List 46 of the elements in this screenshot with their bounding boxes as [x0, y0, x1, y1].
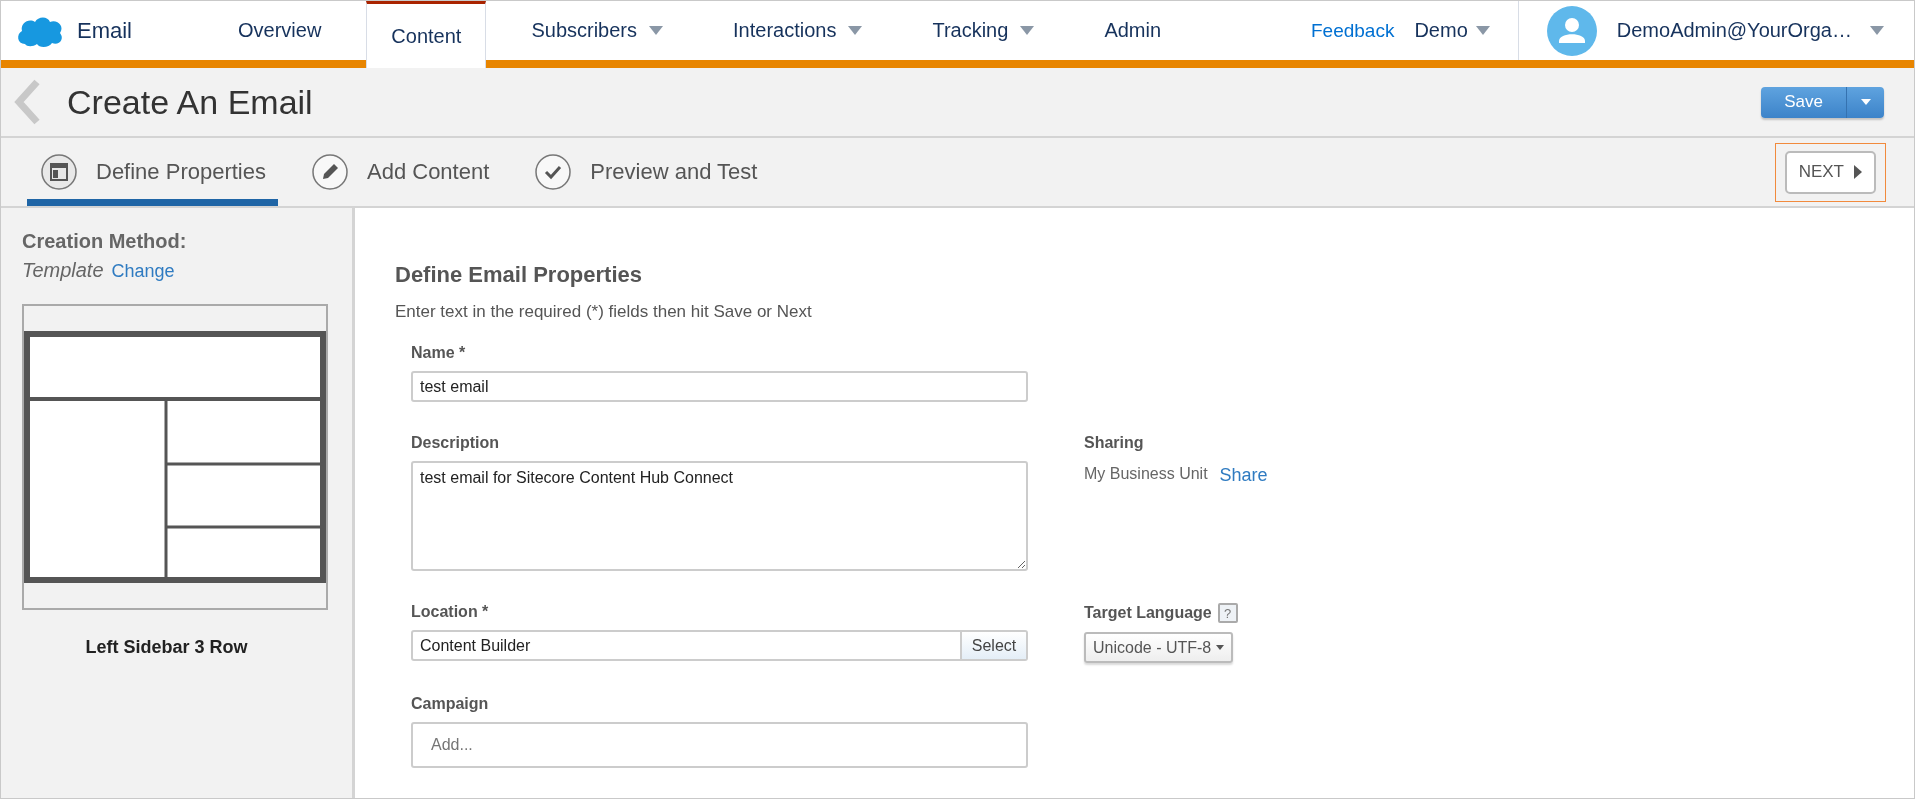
next-button[interactable]: NEXT [1784, 150, 1876, 194]
description-textarea[interactable]: test email for Sitecore Content Hub Connect [411, 461, 1028, 571]
template-preview[interactable] [22, 304, 328, 610]
nav-tab[interactable]: Admin [1079, 1, 1187, 60]
nav-tab[interactable]: Tracking [907, 1, 1060, 60]
caret-icon [1870, 26, 1884, 35]
language-dropdown[interactable]: Unicode - UTF-8 [1084, 632, 1234, 663]
step-tab[interactable]: Add Content [298, 138, 502, 206]
share-link[interactable]: Share [1219, 465, 1268, 486]
target-language-label: Target Language [1084, 604, 1212, 622]
caret-icon [1860, 99, 1871, 105]
save-options-button[interactable] [1846, 86, 1884, 118]
description-label: Description [411, 434, 499, 452]
change-link[interactable]: Change [111, 261, 175, 282]
name-input[interactable]: test email [411, 371, 1028, 402]
nav-tab[interactable]: Overview [213, 1, 347, 60]
step-tab[interactable]: Preview and Test [521, 138, 770, 206]
location-input[interactable]: Content Builder [411, 630, 962, 661]
location-label: Location * [411, 603, 489, 621]
creation-method-value: Template [22, 259, 104, 282]
account-menu[interactable]: Demo [1414, 19, 1490, 42]
help-icon[interactable]: ? [1217, 603, 1238, 623]
pencil-icon [311, 153, 349, 191]
nav-tab[interactable]: Subscribers [506, 1, 689, 60]
nav-tab[interactable]: Content [366, 1, 487, 68]
user-menu[interactable]: DemoAdmin@YourOrga… [1616, 19, 1884, 42]
form-instructions: Enter text in the required (*) fields then hit Save or Next [395, 302, 813, 322]
caret-icon [1216, 645, 1225, 650]
form-title: Define Email Properties [395, 262, 643, 288]
name-label: Name * [411, 344, 466, 362]
checkmark-icon [534, 153, 573, 191]
caret-icon [1475, 26, 1490, 35]
campaign-input[interactable]: Add... [411, 722, 1028, 768]
sharing-value: My Business Unit [1084, 465, 1208, 484]
layout-icon [40, 153, 78, 191]
feedback-link[interactable]: Feedback [1310, 19, 1395, 42]
creation-method-heading: Creation Method: [21, 230, 188, 253]
template-name: Left Sidebar 3 Row [85, 637, 248, 658]
avatar-icon [1546, 5, 1597, 56]
caret-icon [1854, 165, 1862, 179]
nav-tab[interactable]: Interactions [708, 1, 888, 60]
sharing-label: Sharing [1084, 434, 1144, 452]
select-button[interactable]: Select [962, 630, 1028, 661]
app-name: Email [77, 17, 132, 44]
page-title: Create An Email [67, 82, 313, 122]
campaign-label: Campaign [411, 695, 489, 713]
